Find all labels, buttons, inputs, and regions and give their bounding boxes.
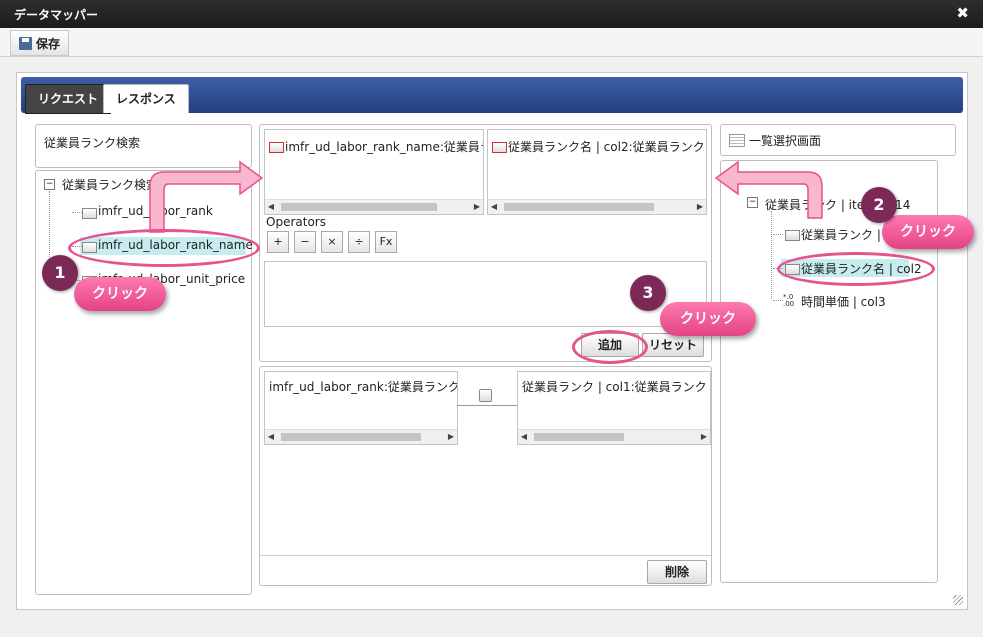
left-tree-item-labor-rank[interactable]: imfr_ud_labor_rank	[98, 204, 213, 218]
list-icon	[729, 134, 745, 147]
tree-connector	[72, 212, 82, 213]
tree-connector	[773, 234, 783, 235]
source-field-label: imfr_ud_labor_rank_name:従業員ランク	[285, 140, 483, 154]
scroll-right-icon[interactable]: ▶	[694, 200, 706, 214]
scroll-left-icon[interactable]: ◀	[265, 430, 277, 444]
highlight-ring	[572, 330, 648, 364]
left-header-label: 従業員ランク検索	[44, 136, 141, 150]
tree-connector	[771, 211, 772, 299]
delete-button[interactable]: 削除	[647, 560, 707, 584]
callout-click-label: クリック	[882, 215, 974, 249]
mapping-list-panel: imfr_ud_labor_rank:従業員ランク検索 ◀ ▶ 従業員ランク |…	[259, 366, 712, 586]
scroll-left-icon[interactable]: ◀	[518, 430, 530, 444]
reset-button[interactable]: リセット	[642, 333, 704, 357]
tab-bar: リクエスト レスポンス	[21, 77, 963, 114]
toolbar: 保存	[0, 28, 983, 57]
collapse-icon[interactable]: −	[747, 197, 758, 208]
close-icon[interactable]: ✖	[956, 4, 969, 22]
mapping-source-box[interactable]: imfr_ud_labor_rank:従業員ランク検索 ◀ ▶	[264, 371, 458, 445]
horizontal-scrollbar[interactable]: ◀ ▶	[265, 199, 483, 214]
collapse-icon[interactable]: −	[44, 179, 55, 190]
right-tree-item-unit-price[interactable]: 時間単価 | col3	[801, 293, 886, 310]
mapping-checkbox[interactable]	[479, 389, 492, 402]
tab-request[interactable]: リクエスト	[25, 84, 112, 114]
scroll-right-icon[interactable]: ▶	[698, 430, 710, 444]
field-icon	[82, 208, 97, 219]
source-field-box[interactable]: imfr_ud_labor_rank_name:従業員ランク ◀ ▶	[264, 129, 484, 215]
save-button-label: 保存	[36, 36, 61, 51]
scroll-left-icon[interactable]: ◀	[265, 200, 277, 214]
mapping-target-box[interactable]: 従業員ランク | col1:従業員ランク | item ◀ ▶	[517, 371, 711, 445]
left-tree-root[interactable]: 従業員ランク検索	[62, 176, 158, 193]
scroll-right-icon[interactable]: ▶	[471, 200, 483, 214]
left-header-panel: 従業員ランク検索	[35, 124, 252, 168]
callout-click-label: クリック	[74, 277, 166, 311]
horizontal-scrollbar[interactable]: ◀ ▶	[488, 199, 706, 214]
operators-label: Operators	[266, 215, 326, 229]
scrollbar-thumb[interactable]	[281, 433, 421, 441]
save-button[interactable]: 保存	[10, 30, 70, 56]
title-bar: データマッパー ✖	[0, 0, 983, 28]
highlight-ring	[68, 229, 260, 267]
mapping-source-label: imfr_ud_labor_rank:従業員ランク検索	[269, 380, 458, 394]
tab-response[interactable]: レスポンス	[103, 84, 189, 113]
callout-step-badge: 2	[861, 187, 897, 223]
scrollbar-thumb[interactable]	[504, 203, 654, 211]
target-field-box[interactable]: 従業員ランク名 | col2:従業員ランク | item ◀ ▶	[487, 129, 707, 215]
floppy-disk-icon	[19, 36, 32, 50]
number-field-icon: *.0 .00	[783, 293, 795, 308]
unlinked-field-icon	[492, 142, 507, 153]
callout-step-badge: 3	[630, 275, 666, 311]
operator-plus-button[interactable]: +	[267, 231, 289, 253]
operator-divide-button[interactable]: ÷	[348, 231, 370, 253]
resize-grip-icon[interactable]	[953, 595, 963, 605]
tree-connector	[773, 300, 783, 301]
callout-click-label: クリック	[660, 302, 756, 336]
operator-minus-button[interactable]: −	[294, 231, 316, 253]
unlinked-field-icon	[269, 142, 284, 153]
scroll-right-icon[interactable]: ▶	[445, 430, 457, 444]
horizontal-scrollbar[interactable]: ◀ ▶	[518, 429, 710, 444]
mapping-link-line	[457, 405, 517, 406]
horizontal-scrollbar[interactable]: ◀ ▶	[265, 429, 457, 444]
field-icon	[785, 230, 800, 241]
right-header-label: 一覧選択画面	[749, 134, 822, 148]
operator-function-button[interactable]: Fx	[375, 231, 397, 253]
scrollbar-thumb[interactable]	[281, 203, 437, 211]
scroll-left-icon[interactable]: ◀	[488, 200, 500, 214]
scrollbar-thumb[interactable]	[534, 433, 624, 441]
operator-multiply-button[interactable]: ×	[321, 231, 343, 253]
callout-step-badge: 1	[42, 255, 78, 291]
target-field-label: 従業員ランク名 | col2:従業員ランク | item	[508, 140, 706, 154]
mapping-target-label: 従業員ランク | col1:従業員ランク | item	[522, 380, 710, 394]
highlight-ring	[777, 252, 935, 286]
window-title: データマッパー	[14, 8, 99, 22]
right-header-panel: 一覧選択画面	[720, 124, 956, 156]
divider	[260, 555, 711, 556]
